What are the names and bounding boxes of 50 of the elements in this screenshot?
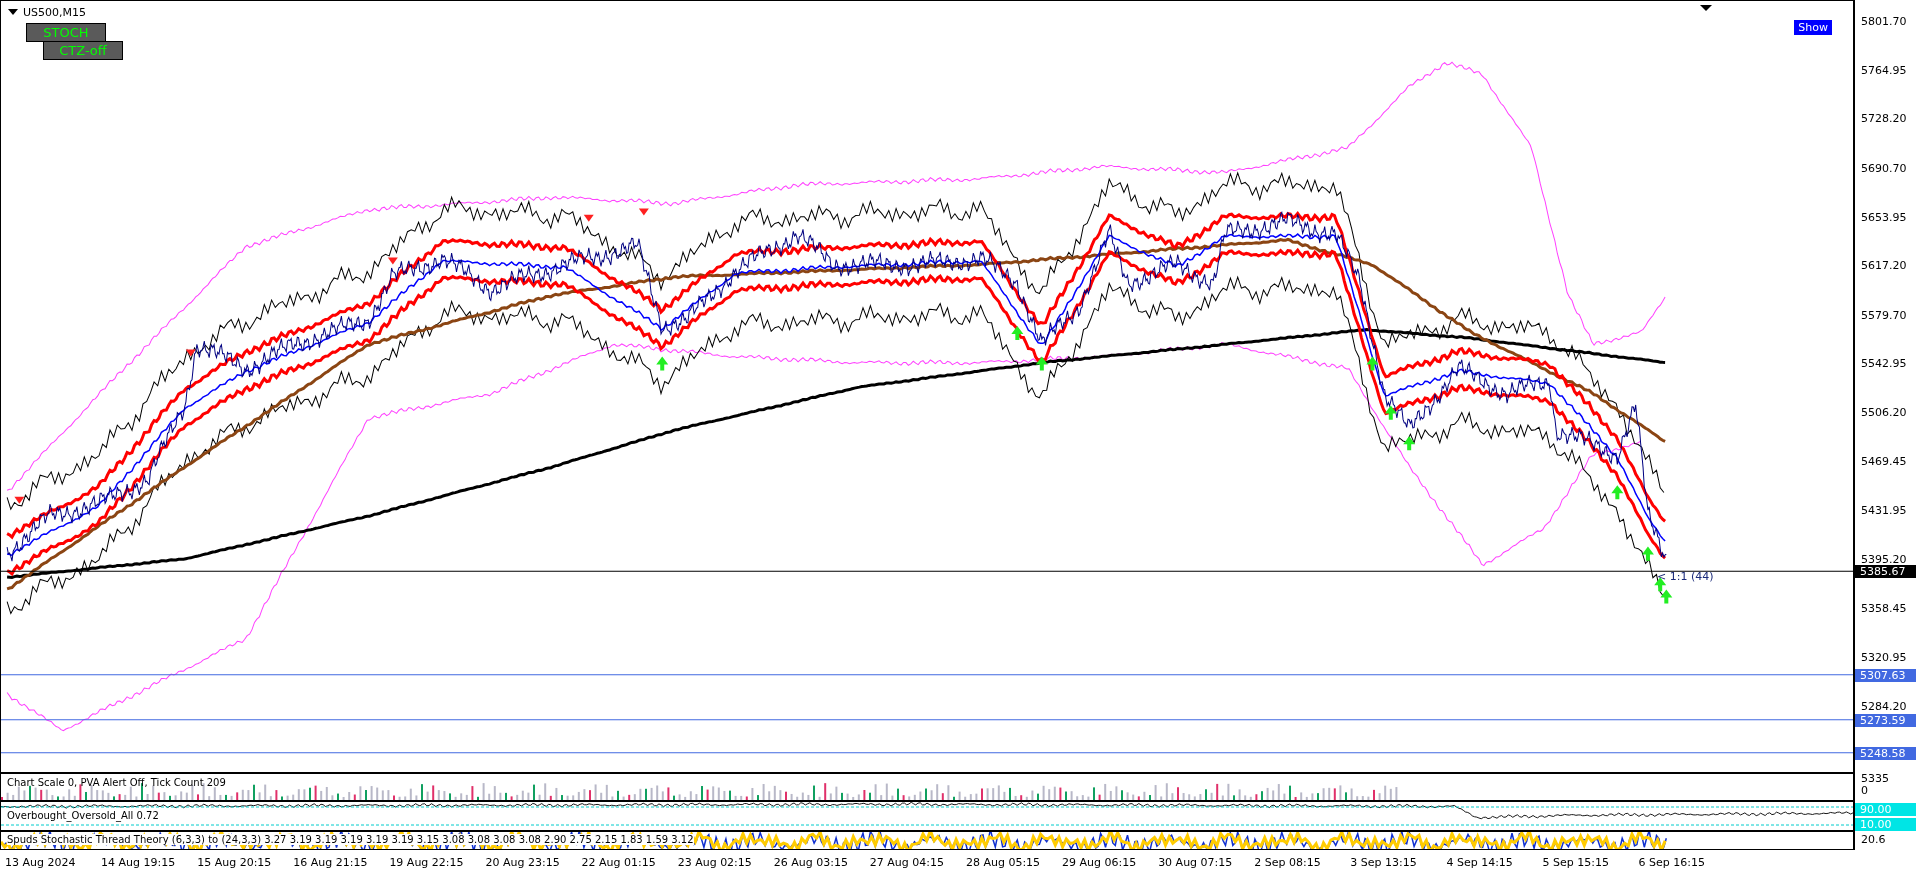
price-axis-label: 5358.45	[1861, 602, 1907, 615]
price-axis-label: 5506.20	[1861, 407, 1907, 419]
panel-info-text: Chart Scale 0, PVA Alert Off, Tick Count 209	[7, 777, 226, 788]
time-axis-label: 23 Aug 02:15	[677, 856, 753, 869]
time-axis-label: 14 Aug 19:15	[101, 856, 177, 869]
price-axis-label: 5395.20	[1861, 553, 1907, 566]
time-axis-label: 16 Aug 21:15	[293, 856, 369, 869]
volume-axis-label: 5335	[1861, 773, 1889, 785]
indicator-button[interactable]: STOCH	[26, 23, 106, 42]
price-axis-label: 5320.95	[1861, 652, 1907, 665]
symbol-title: US500,M15	[23, 6, 86, 19]
price-axis-label: 5469.45	[1861, 455, 1907, 468]
time-axis-label: 22 Aug 01:15	[581, 856, 657, 869]
time-axis-label: 29 Aug 06:15	[1062, 856, 1138, 869]
price-axis-label: 5617.20	[1861, 260, 1907, 273]
price-tag: 5385.67	[1855, 565, 1916, 579]
stochastic-axis-label: 20.6	[1861, 834, 1886, 846]
volume-axis-label: 0	[1861, 785, 1868, 797]
time-axis-label: 26 Aug 03:15	[773, 856, 849, 869]
price-tag: 5248.58	[1855, 746, 1916, 760]
time-axis-label: 3 Sep 13:15	[1350, 856, 1418, 869]
price-axis-label: 5764.95	[1861, 64, 1907, 77]
time-axis-label: 15 Aug 20:15	[197, 856, 273, 869]
time-axis-label: 6 Sep 16:15	[1638, 856, 1707, 869]
ratio-label: < 1:1 (44)	[1657, 570, 1714, 583]
price-axis-label: 5431.95	[1861, 505, 1907, 518]
indicator-button[interactable]: CTZ-off	[43, 41, 123, 60]
level-tag: 90.00	[1855, 803, 1916, 816]
time-axis-label: 19 Aug 22:15	[389, 856, 465, 869]
time-axis-label: 5 Sep 15:15	[1542, 856, 1610, 869]
level-tag: 10.00	[1855, 818, 1916, 831]
time-axis-label: 4 Sep 14:15	[1446, 856, 1514, 869]
price-tag: 5273.59	[1855, 713, 1916, 727]
show-button[interactable]: Show	[1793, 19, 1833, 36]
time-axis-label: 2 Sep 08:15	[1254, 856, 1322, 869]
price-axis-label: 5284.20	[1861, 700, 1907, 713]
time-axis-label: 20 Aug 23:15	[485, 856, 561, 869]
price-axis-label: 5542.95	[1861, 358, 1907, 371]
price-axis-label: 5579.70	[1861, 309, 1907, 322]
price-axis-label: 5690.70	[1861, 162, 1907, 175]
time-axis-label: 27 Aug 04:15	[869, 856, 945, 869]
time-axis-label: 13 Aug 2024	[5, 856, 77, 869]
time-axis-label: 28 Aug 05:15	[965, 856, 1042, 869]
price-tag: 5307.63	[1855, 668, 1916, 682]
price-axis-label: 5653.95	[1861, 211, 1907, 224]
price-axis-label: 5728.20	[1861, 113, 1907, 126]
panel-info-text: Spuds Stochastic Thread Theory (6,3,3) to (24,3,3) 3.27 3.19 3.19 3.19 3.19 3.19 3.15 3.08 3.08 3.08 3.08 2.90 2.75 2.15 1.83 1.59 3.12	[7, 834, 694, 845]
panel-info-text: Overbought_Oversold_All 0.72	[7, 810, 159, 821]
time-axis-label: 30 Aug 07:15	[1158, 856, 1234, 869]
price-axis-label: 5801.70	[1861, 16, 1907, 28]
